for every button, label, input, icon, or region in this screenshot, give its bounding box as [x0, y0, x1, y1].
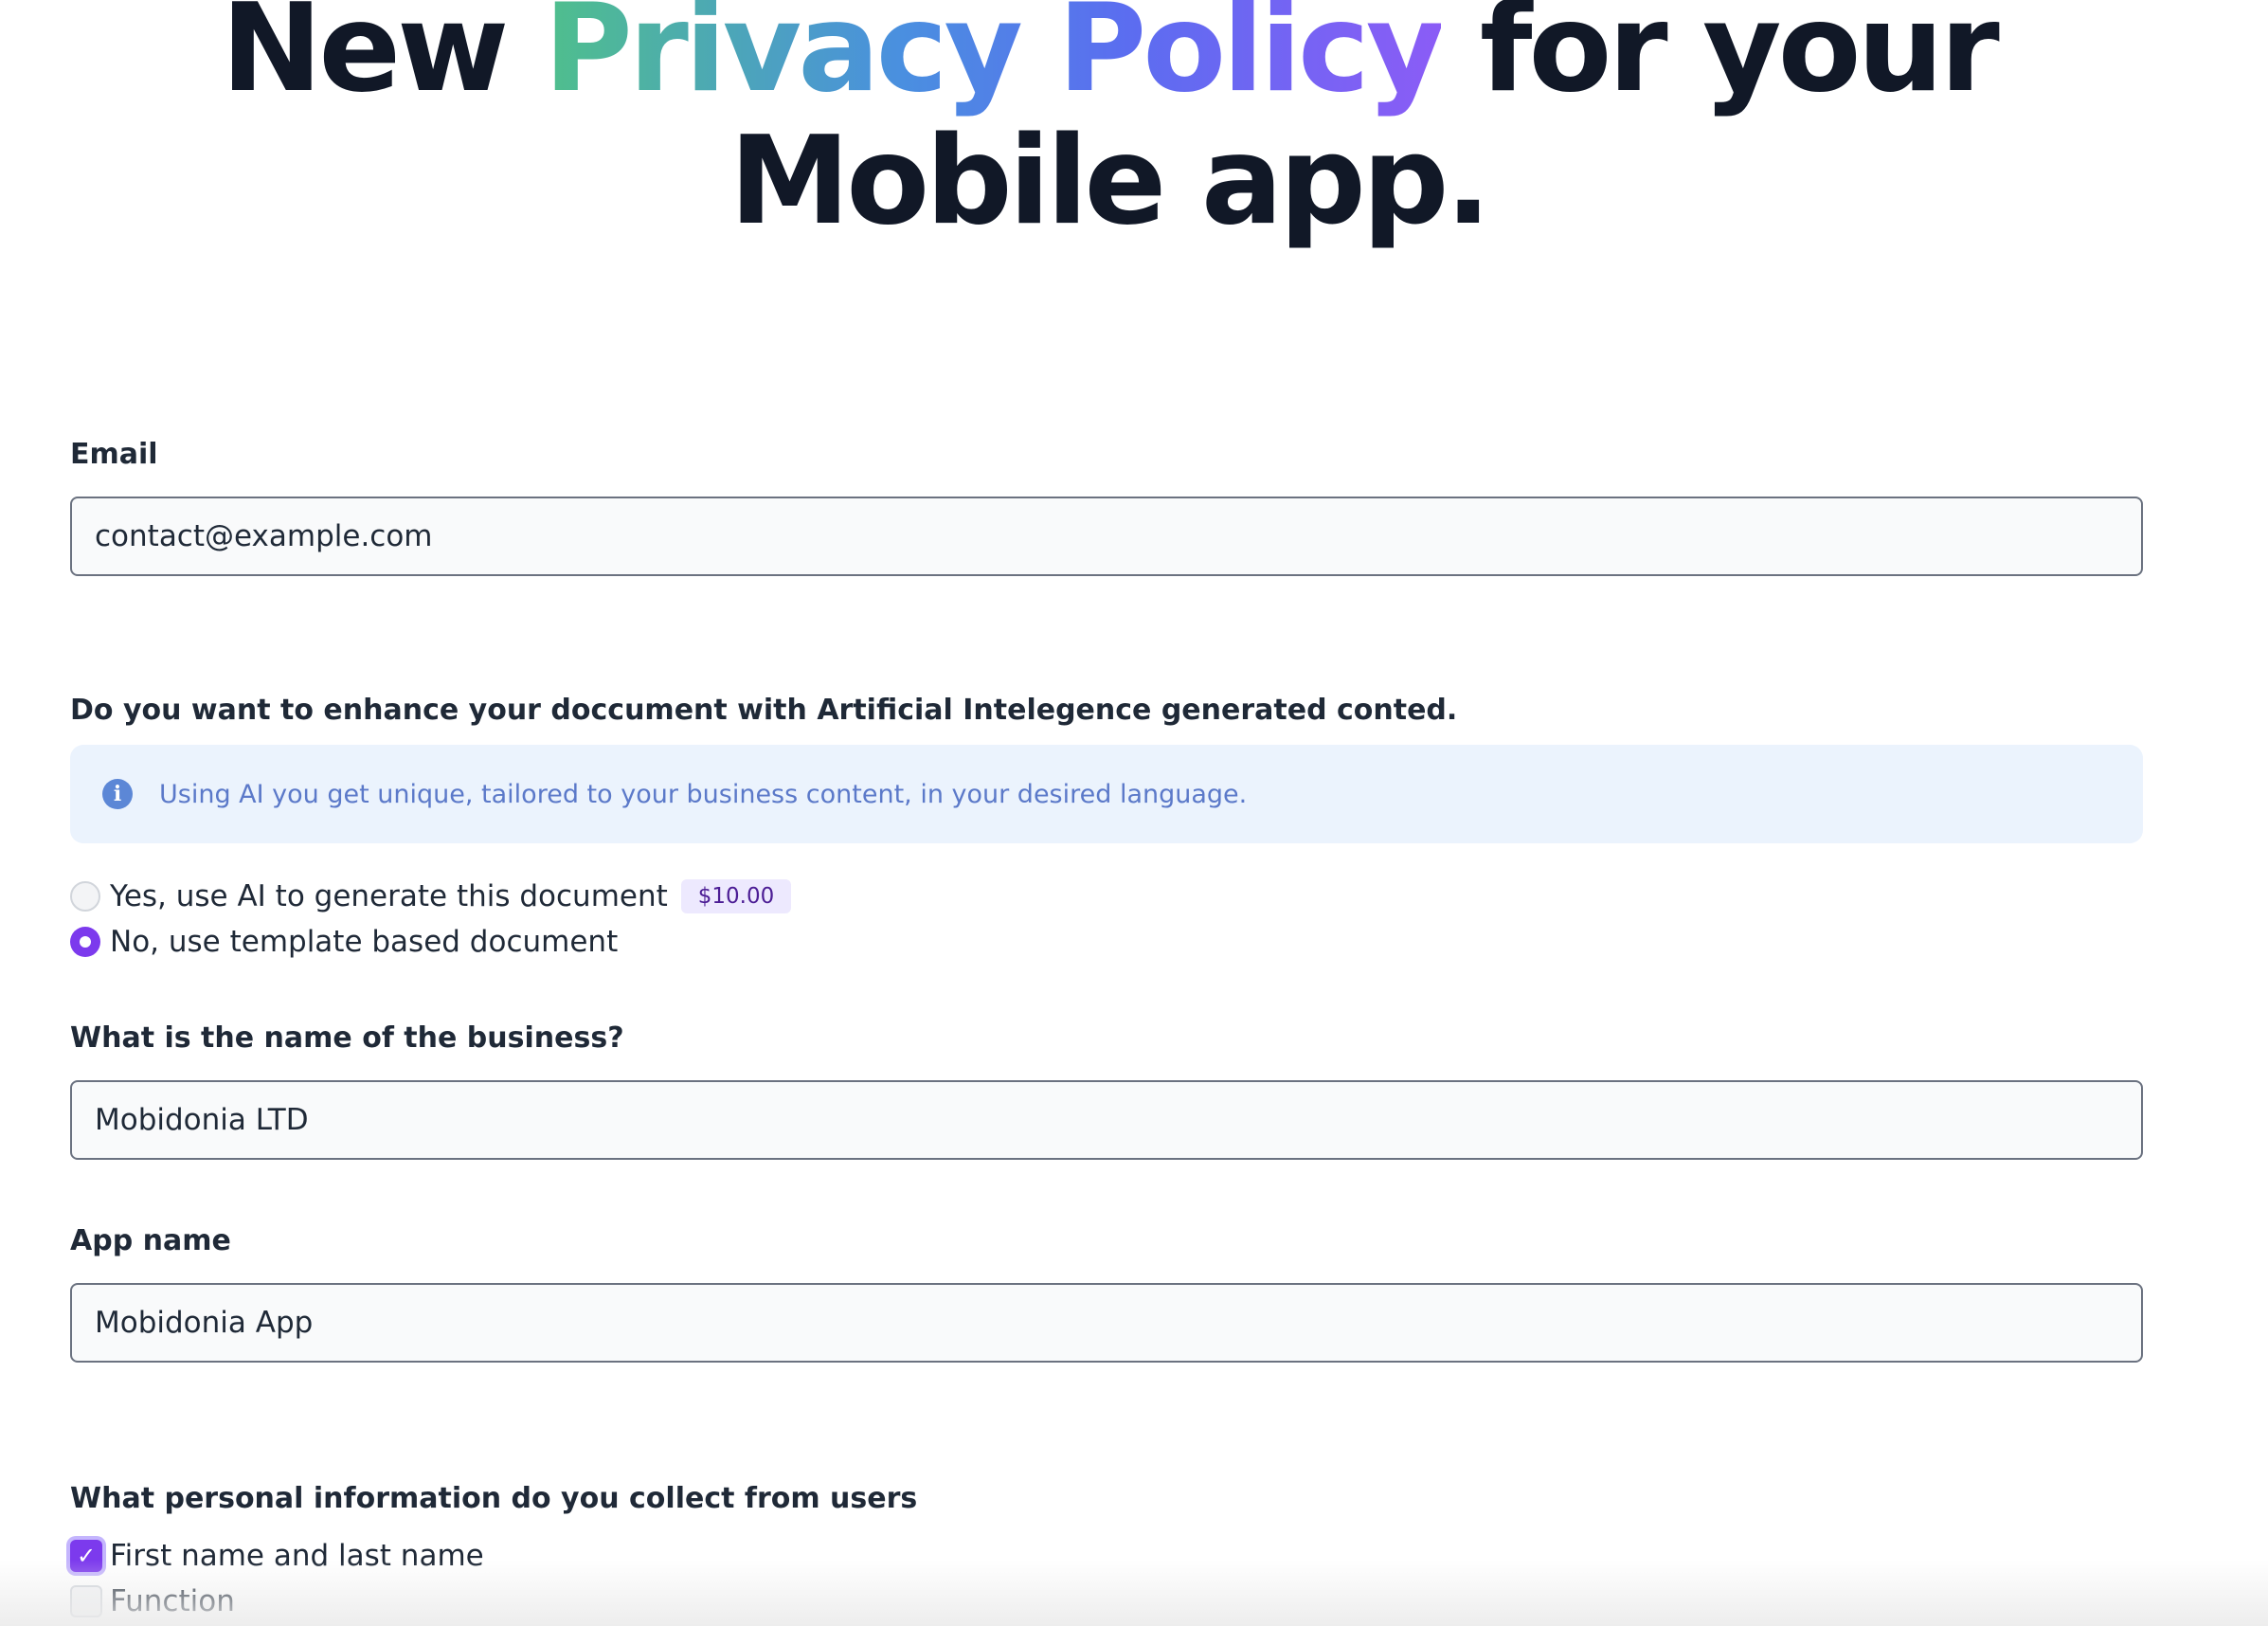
- personal-info-option-name[interactable]: ✓ First name and last name: [70, 1533, 2143, 1579]
- first-last-name-label: First name and last name: [110, 1539, 484, 1573]
- email-field[interactable]: [70, 497, 2143, 576]
- personal-info-label: What personal information do you collect…: [70, 1482, 918, 1515]
- ai-no-radio[interactable]: [70, 927, 100, 957]
- title-line-1: New Privacy Policy for your: [0, 0, 2217, 116]
- ai-no-label: No, use template based document: [110, 925, 619, 959]
- ai-info-alert: i Using AI you get unique, tailored to y…: [70, 745, 2143, 843]
- ai-yes-label: Yes, use AI to generate this document: [110, 879, 668, 913]
- title-part-new: New: [221, 0, 544, 119]
- personal-info-option-function[interactable]: Function: [70, 1579, 2143, 1624]
- function-label: Function: [110, 1584, 235, 1618]
- ai-option-no[interactable]: No, use template based document: [70, 919, 2143, 965]
- email-label: Email: [70, 438, 158, 471]
- policy-form: Email Do you want to enhance your doccum…: [70, 436, 2143, 1624]
- app-name-field[interactable]: [70, 1283, 2143, 1363]
- business-name-label: What is the name of the business?: [70, 1021, 624, 1055]
- app-name-label: App name: [70, 1224, 231, 1257]
- ai-info-text: Using AI you get unique, tailored to you…: [159, 779, 1248, 809]
- ai-option-yes[interactable]: Yes, use AI to generate this document $1…: [70, 874, 2143, 919]
- page-title: New Privacy Policy for your Mobile app.: [0, 0, 2217, 248]
- info-circle-icon: i: [102, 779, 133, 809]
- ai-yes-radio[interactable]: [70, 881, 100, 912]
- first-last-name-checkbox[interactable]: ✓: [70, 1540, 102, 1572]
- function-checkbox[interactable]: [70, 1585, 102, 1617]
- ai-question-label: Do you want to enhance your doccument wi…: [70, 694, 1458, 727]
- business-name-field[interactable]: [70, 1080, 2143, 1160]
- ai-option-group: Yes, use AI to generate this document $1…: [70, 874, 2143, 965]
- privacy-policy-generator-page: New Privacy Policy for your Mobile app. …: [0, 0, 2268, 1626]
- title-line-2: Mobile app.: [729, 111, 1491, 252]
- personal-info-options: ✓ First name and last name Function: [70, 1533, 2143, 1624]
- price-badge: $10.00: [680, 879, 792, 913]
- title-highlight: Privacy Policy: [544, 0, 1445, 119]
- title-part-for-your: for your: [1441, 0, 2000, 119]
